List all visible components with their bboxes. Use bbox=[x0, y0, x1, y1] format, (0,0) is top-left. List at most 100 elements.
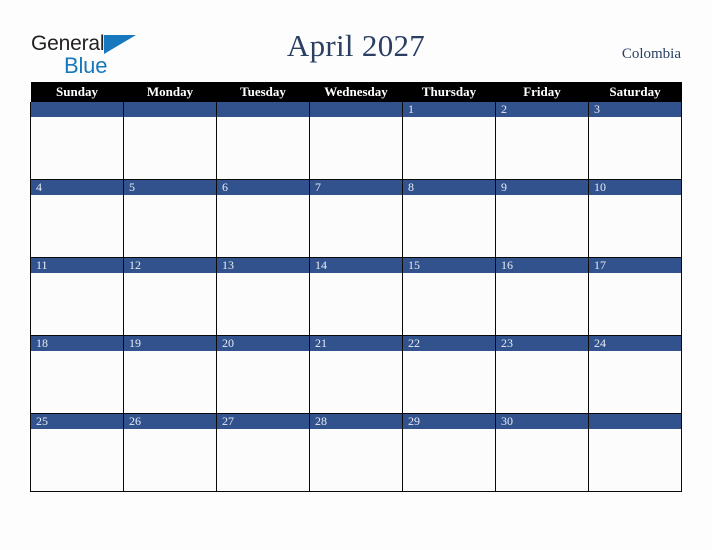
calendar-day-cell[interactable]: 29 bbox=[402, 413, 496, 492]
calendar-day-cell[interactable]: 1 bbox=[402, 102, 496, 180]
calendar-page: General Blue April 2027 Colombia Sunday … bbox=[0, 0, 712, 550]
calendar-day-cell[interactable]: 19 bbox=[123, 335, 217, 414]
weekday-header-saturday: Saturday bbox=[588, 82, 682, 102]
day-cell-body[interactable] bbox=[124, 429, 216, 490]
calendar-day-cell[interactable]: 12 bbox=[123, 257, 217, 336]
day-cell-body[interactable] bbox=[124, 273, 216, 334]
calendar-week-row: 11 12 13 14 15 16 17 bbox=[30, 257, 682, 336]
day-cell-body[interactable] bbox=[496, 429, 588, 490]
day-number: 11 bbox=[31, 258, 123, 273]
day-number: 23 bbox=[496, 336, 588, 351]
calendar-day-cell[interactable]: 20 bbox=[216, 335, 310, 414]
day-cell-body[interactable] bbox=[31, 429, 123, 490]
day-cell-body[interactable] bbox=[403, 429, 495, 490]
day-cell-body[interactable] bbox=[403, 273, 495, 334]
calendar-day-cell[interactable]: 24 bbox=[588, 335, 682, 414]
day-number bbox=[31, 102, 123, 117]
day-cell-body[interactable] bbox=[310, 351, 402, 412]
calendar-day-cell[interactable]: 16 bbox=[495, 257, 589, 336]
day-cell-body[interactable] bbox=[124, 351, 216, 412]
day-cell-body[interactable] bbox=[31, 117, 123, 178]
day-cell-body[interactable] bbox=[310, 273, 402, 334]
calendar-day-cell[interactable]: 27 bbox=[216, 413, 310, 492]
day-number: 30 bbox=[496, 414, 588, 429]
calendar-day-cell[interactable]: 11 bbox=[30, 257, 124, 336]
day-cell-body[interactable] bbox=[217, 117, 309, 178]
day-number: 17 bbox=[589, 258, 681, 273]
day-cell-body[interactable] bbox=[217, 195, 309, 256]
calendar-day-cell[interactable]: 14 bbox=[309, 257, 403, 336]
calendar-day-cell[interactable]: 18 bbox=[30, 335, 124, 414]
country-label: Colombia bbox=[621, 46, 681, 62]
day-cell-body[interactable] bbox=[31, 273, 123, 334]
day-number: 9 bbox=[496, 180, 588, 195]
calendar-day-cell[interactable] bbox=[30, 102, 124, 180]
day-cell-body[interactable] bbox=[589, 195, 681, 256]
day-number: 20 bbox=[217, 336, 309, 351]
day-cell-body[interactable] bbox=[496, 117, 588, 178]
day-number bbox=[124, 102, 216, 117]
calendar-day-cell[interactable]: 25 bbox=[30, 413, 124, 492]
day-cell-body[interactable] bbox=[403, 117, 495, 178]
calendar-day-cell[interactable]: 21 bbox=[309, 335, 403, 414]
calendar-day-cell[interactable] bbox=[309, 102, 403, 180]
day-number: 10 bbox=[589, 180, 681, 195]
day-cell-body[interactable] bbox=[217, 351, 309, 412]
weekday-header-tuesday: Tuesday bbox=[216, 82, 310, 102]
day-cell-body[interactable] bbox=[496, 195, 588, 256]
calendar-day-cell[interactable]: 4 bbox=[30, 179, 124, 258]
calendar-day-cell[interactable]: 15 bbox=[402, 257, 496, 336]
calendar-day-cell[interactable]: 17 bbox=[588, 257, 682, 336]
day-number: 6 bbox=[217, 180, 309, 195]
calendar-day-cell[interactable]: 28 bbox=[309, 413, 403, 492]
day-cell-body[interactable] bbox=[310, 429, 402, 490]
weekday-header-sunday: Sunday bbox=[30, 82, 124, 102]
day-cell-body[interactable] bbox=[496, 273, 588, 334]
day-cell-body[interactable] bbox=[403, 195, 495, 256]
day-cell-body[interactable] bbox=[310, 195, 402, 256]
calendar-day-cell[interactable]: 23 bbox=[495, 335, 589, 414]
calendar-day-cell[interactable]: 8 bbox=[402, 179, 496, 258]
day-cell-body[interactable] bbox=[124, 195, 216, 256]
day-cell-body[interactable] bbox=[589, 351, 681, 412]
calendar-day-cell[interactable]: 22 bbox=[402, 335, 496, 414]
calendar-day-cell[interactable]: 5 bbox=[123, 179, 217, 258]
calendar-day-cell[interactable]: 26 bbox=[123, 413, 217, 492]
day-cell-body[interactable] bbox=[217, 273, 309, 334]
calendar-grid: Sunday Monday Tuesday Wednesday Thursday… bbox=[30, 82, 682, 492]
day-cell-body[interactable] bbox=[310, 117, 402, 178]
day-cell-body[interactable] bbox=[124, 117, 216, 178]
day-number: 24 bbox=[589, 336, 681, 351]
day-number: 29 bbox=[403, 414, 495, 429]
day-number: 4 bbox=[31, 180, 123, 195]
calendar-day-cell[interactable]: 10 bbox=[588, 179, 682, 258]
day-cell-body[interactable] bbox=[217, 429, 309, 490]
calendar-day-cell[interactable] bbox=[588, 413, 682, 492]
calendar-day-cell[interactable]: 2 bbox=[495, 102, 589, 180]
weekday-header-thursday: Thursday bbox=[402, 82, 496, 102]
day-cell-body[interactable] bbox=[589, 273, 681, 334]
day-number bbox=[589, 414, 681, 429]
calendar-week-row: 18 19 20 21 22 23 24 bbox=[30, 335, 682, 414]
day-cell-body[interactable] bbox=[589, 117, 681, 178]
calendar-day-cell[interactable]: 13 bbox=[216, 257, 310, 336]
day-cell-body[interactable] bbox=[403, 351, 495, 412]
weekday-header-row: Sunday Monday Tuesday Wednesday Thursday… bbox=[30, 82, 682, 102]
calendar-day-cell[interactable]: 30 bbox=[495, 413, 589, 492]
calendar-day-cell[interactable]: 3 bbox=[588, 102, 682, 180]
calendar-day-cell[interactable] bbox=[123, 102, 217, 180]
day-number: 16 bbox=[496, 258, 588, 273]
day-cell-body[interactable] bbox=[31, 195, 123, 256]
calendar-day-cell[interactable] bbox=[216, 102, 310, 180]
weekday-header-monday: Monday bbox=[123, 82, 217, 102]
calendar-day-cell[interactable]: 6 bbox=[216, 179, 310, 258]
day-cell-body[interactable] bbox=[496, 351, 588, 412]
calendar-day-cell[interactable]: 7 bbox=[309, 179, 403, 258]
calendar-week-row: 4 5 6 7 8 9 10 bbox=[30, 179, 682, 258]
day-number bbox=[217, 102, 309, 117]
calendar-week-row: 1 2 3 bbox=[30, 102, 682, 180]
day-cell-body[interactable] bbox=[589, 429, 681, 490]
day-number: 26 bbox=[124, 414, 216, 429]
calendar-day-cell[interactable]: 9 bbox=[495, 179, 589, 258]
day-cell-body[interactable] bbox=[31, 351, 123, 412]
